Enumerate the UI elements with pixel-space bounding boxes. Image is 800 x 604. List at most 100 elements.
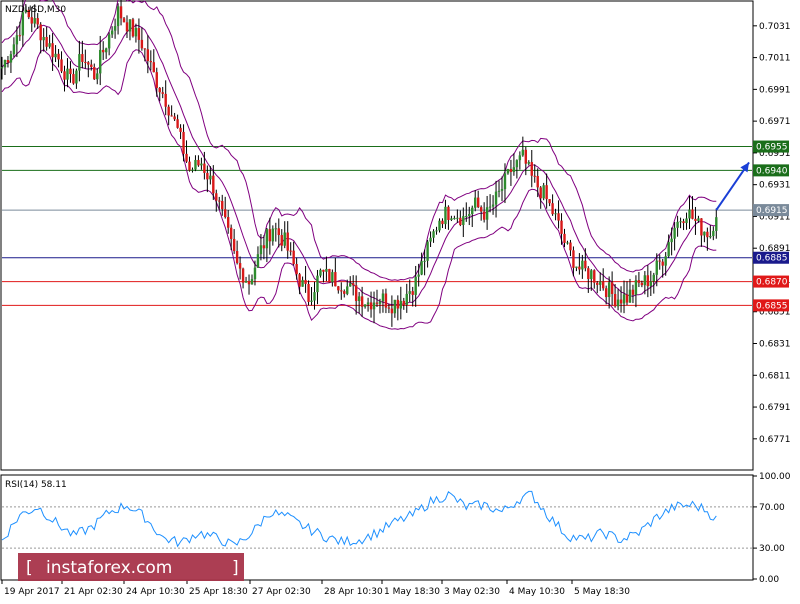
candle-body xyxy=(45,36,48,47)
symbol-label: NZDUSD,M30 xyxy=(5,5,66,15)
bollinger-middle xyxy=(1,24,717,306)
candle-body xyxy=(155,72,158,88)
candle-body xyxy=(265,229,269,249)
candle-body xyxy=(262,245,266,249)
candle-body xyxy=(319,269,322,276)
candle-body xyxy=(116,6,120,27)
candle-body xyxy=(390,308,394,314)
candle-body xyxy=(316,275,319,293)
candle-body xyxy=(298,274,301,287)
candle-body xyxy=(700,218,703,236)
candle-body xyxy=(459,217,462,226)
candle-body xyxy=(471,207,474,215)
candle-body xyxy=(93,67,96,80)
candle-body xyxy=(206,172,209,180)
level-labels: 0.6955 0.6940 0.6915 0.6885 0.6870 0.6855 xyxy=(753,140,789,312)
chart-svg: 0.70310.70110.69910.69710.69510.69310.69… xyxy=(0,0,791,597)
candle-body xyxy=(521,149,525,156)
candle-body xyxy=(453,218,456,220)
candle-body xyxy=(304,279,307,284)
candle-body xyxy=(113,26,117,31)
candle-body xyxy=(610,282,614,294)
candle-body xyxy=(354,285,358,302)
candle-body xyxy=(226,217,230,228)
level-label-0.6855: 0.6855 xyxy=(756,301,788,311)
candle-body xyxy=(90,64,93,68)
candle-body xyxy=(51,43,54,58)
x-tick-label: 24 Apr 10:30 xyxy=(126,587,185,597)
rsi-y-tick-label: 100.00 xyxy=(759,472,791,482)
candle-body xyxy=(652,274,655,282)
candle-body xyxy=(170,115,173,117)
candle-body xyxy=(137,28,141,40)
candle-body xyxy=(334,272,337,287)
candle-body xyxy=(182,131,185,154)
rsi-y-axis: 100.00 70.00 30.00 0.00 xyxy=(753,472,791,585)
candle-body xyxy=(349,283,352,287)
candle-body xyxy=(209,175,212,180)
candle-body xyxy=(378,301,382,304)
candle-body xyxy=(75,70,78,84)
projection-arrow xyxy=(715,161,750,211)
candle-body xyxy=(241,268,245,283)
candle-body xyxy=(441,220,444,225)
level-label-0.6940: 0.6940 xyxy=(756,166,788,176)
candle-body xyxy=(482,211,486,220)
candle-body xyxy=(405,293,408,305)
candle-body xyxy=(640,282,644,286)
candle-body xyxy=(176,119,179,128)
candle-body xyxy=(393,299,397,314)
candle-body xyxy=(197,159,200,166)
candle-body xyxy=(479,207,483,212)
candle-body xyxy=(447,206,450,221)
candle-body xyxy=(601,281,605,289)
candle-body xyxy=(679,221,682,223)
candle-body xyxy=(658,260,661,262)
candle-body xyxy=(259,245,263,255)
candle-body xyxy=(703,231,706,236)
candle-body xyxy=(536,176,539,188)
candle-body xyxy=(616,299,620,307)
candle-body xyxy=(399,300,403,309)
candle-body xyxy=(363,304,367,307)
watermark: [ instaforex.com ] xyxy=(18,553,244,581)
candle-body xyxy=(366,302,370,305)
candle-body xyxy=(664,256,667,266)
candle-body xyxy=(429,237,432,242)
candle-body xyxy=(173,116,176,120)
candle-body xyxy=(599,281,602,285)
candle-body xyxy=(6,60,10,63)
candle-body xyxy=(107,34,111,49)
candle-body xyxy=(57,53,60,60)
candle-body xyxy=(322,269,325,272)
candle-body xyxy=(628,289,632,303)
price-y-tick-label: 0.6791 xyxy=(759,403,791,413)
candle-body xyxy=(444,206,447,225)
candle-body xyxy=(545,185,548,200)
candle-body xyxy=(96,73,99,80)
candle-body xyxy=(119,6,123,19)
level-label-0.6955: 0.6955 xyxy=(756,143,788,153)
candle-body xyxy=(613,293,617,307)
candle-body xyxy=(357,296,361,302)
rsi-levels xyxy=(2,506,752,549)
candle-body xyxy=(310,300,313,302)
candle-body xyxy=(280,235,283,246)
candle-body xyxy=(104,48,108,53)
candle-body xyxy=(292,250,295,265)
price-y-tick-label: 0.6991 xyxy=(759,85,791,95)
candle-body xyxy=(572,250,575,268)
candle-body xyxy=(581,260,584,270)
chart-root: 0.7031 0.7011 0.6991 0.6971 0.6951 0.6931 0.69… xyxy=(0,0,800,600)
candle-body xyxy=(158,87,161,93)
candle-body xyxy=(631,289,635,295)
x-tick-label: 21 Apr 02:30 xyxy=(64,587,123,597)
candle-body xyxy=(212,175,215,194)
candle-body xyxy=(512,167,516,172)
candle-body xyxy=(253,267,257,280)
x-tick-label: 19 Apr 2017 xyxy=(4,587,60,597)
candle-body xyxy=(128,19,132,32)
candle-body xyxy=(0,67,4,69)
price-y-axis: 0.70310.70110.69910.69710.69510.69310.69… xyxy=(753,22,791,445)
candle-body xyxy=(590,270,593,280)
